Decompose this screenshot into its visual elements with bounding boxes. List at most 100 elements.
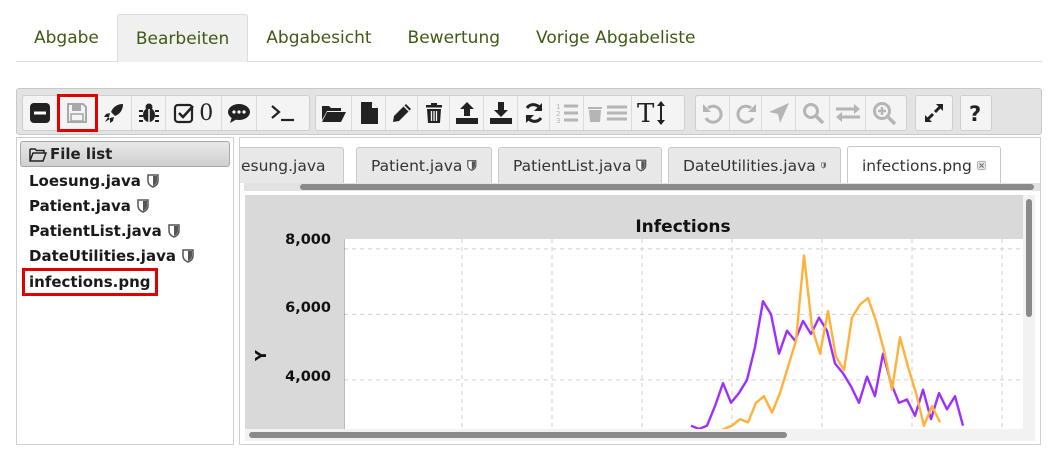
rocket-icon [103, 104, 123, 123]
numbered-list-icon: 123 [556, 103, 578, 125]
save-icon [67, 103, 88, 123]
shield-icon [137, 199, 149, 213]
file-item-patient[interactable]: Patient.java [29, 194, 149, 218]
chart-title: Infections [635, 217, 731, 237]
tabs-scrollbar[interactable] [244, 183, 1040, 191]
file-name: Loesung.java [29, 172, 141, 190]
tab-label: DateUtilities.java [683, 156, 816, 175]
y-axis-label: Y [252, 350, 270, 361]
replace-icon [835, 104, 860, 122]
redo-button[interactable] [730, 96, 762, 130]
zoom-in-icon [873, 102, 896, 125]
terminal-button[interactable] [257, 96, 309, 130]
check-button[interactable]: 0 [166, 96, 222, 130]
rename-button[interactable] [386, 96, 418, 130]
run-button[interactable] [96, 96, 133, 130]
pencil-icon [392, 104, 411, 122]
shield-icon [147, 174, 159, 188]
file-name: DateUtilities.java [29, 247, 176, 265]
open-folder-button[interactable] [316, 96, 352, 130]
download-button[interactable] [484, 96, 518, 130]
editor-toolbar: 0 123 T ? [16, 88, 1042, 135]
tab-bewertung[interactable]: Bewertung [390, 14, 518, 62]
collapse-button[interactable] [23, 96, 59, 130]
editor-tab-patientlist[interactable]: PatientList.java [498, 147, 662, 183]
delete-list-button[interactable] [584, 96, 632, 130]
viewer-horizontal-scrollbar[interactable] [245, 429, 1035, 441]
check-icon [174, 103, 195, 124]
file-item-patientlist[interactable]: PatientList.java [29, 219, 180, 243]
svg-text:?: ? [969, 102, 981, 124]
text-size-icon: T [637, 100, 665, 126]
svg-text:3: 3 [556, 117, 560, 125]
top-tabs: Abgabe Bearbeiten Abgabesicht Bewertung … [16, 14, 1042, 62]
toolbar-group-help: ? [960, 95, 992, 131]
undo-button[interactable] [696, 96, 730, 130]
file-item-loesung[interactable]: Loesung.java [29, 169, 159, 193]
file-list-panel: File list Loesung.java Patient.java Pati… [16, 137, 234, 445]
y-tick-label: 6,000 [285, 300, 331, 316]
replace-button[interactable] [830, 96, 866, 130]
fullscreen-button[interactable] [916, 96, 952, 130]
toolbar-group-edit [695, 95, 907, 131]
tab-bearbeiten[interactable]: Bearbeiten [116, 14, 249, 62]
shield-icon [167, 224, 180, 238]
tab-label: Patient.java [371, 156, 463, 175]
scrollbar-thumb[interactable] [300, 184, 1034, 190]
scrollbar-thumb[interactable] [1026, 199, 1032, 317]
file-name: PatientList.java [29, 222, 162, 240]
delete-list-icon [587, 105, 627, 122]
text-size-button[interactable]: T [632, 96, 672, 130]
editor-tab-dateutilities[interactable]: DateUtilities.java [668, 147, 841, 183]
editor-tabs: esung.java Patient.java PatientList.java… [240, 138, 1040, 188]
tab-abgabe[interactable]: Abgabe [16, 14, 117, 62]
svg-text:T: T [637, 100, 655, 126]
search-icon [802, 103, 824, 124]
fullscreen-icon [924, 103, 944, 123]
comment-count: 0 [199, 100, 214, 126]
toolbar-group-file: 123 T [315, 95, 685, 131]
debug-button[interactable] [132, 96, 166, 130]
tab-label: infections.png [862, 156, 972, 175]
tab-vorige-abgabeliste[interactable]: Vorige Abgabeliste [518, 14, 713, 62]
minus-icon [30, 103, 51, 123]
shield-icon [820, 162, 826, 169]
help-icon: ? [969, 102, 981, 124]
editor-tab-patient[interactable]: Patient.java [356, 147, 492, 183]
shield-icon [636, 159, 647, 172]
search-button[interactable] [796, 96, 830, 130]
navigate-icon [768, 103, 789, 123]
tab-abgabesicht[interactable]: Abgabesicht [248, 14, 389, 62]
trash-icon [425, 103, 442, 123]
shield-icon [467, 160, 477, 171]
file-name: infections.png [29, 273, 151, 291]
editor-tab-loesung[interactable]: esung.java [240, 147, 344, 183]
refresh-icon [525, 103, 542, 123]
refresh-button[interactable] [518, 96, 550, 130]
infections-line-chart [344, 239, 1024, 429]
terminal-icon [271, 105, 295, 122]
delete-button[interactable] [418, 96, 450, 130]
zoom-in-button[interactable] [866, 96, 902, 130]
upload-button[interactable] [450, 96, 484, 130]
file-item-dateutilities[interactable]: DateUtilities.java [29, 244, 194, 268]
tab-label: PatientList.java [513, 156, 632, 175]
goto-button[interactable] [762, 96, 796, 130]
new-file-button[interactable] [352, 96, 386, 130]
toolbar-group-fullscreen [915, 95, 953, 131]
folder-open-icon [321, 106, 346, 122]
viewer-vertical-scrollbar[interactable] [1023, 195, 1035, 441]
scrollbar-thumb[interactable] [249, 432, 787, 438]
help-button[interactable]: ? [961, 96, 991, 130]
file-item-infections[interactable]: infections.png [22, 268, 158, 296]
line-numbers-button[interactable]: 123 [550, 96, 584, 130]
editor-tab-infections[interactable]: infections.png [847, 146, 1001, 184]
comment-button[interactable] [222, 96, 258, 130]
y-tick-label: 4,000 [285, 369, 331, 385]
close-icon[interactable] [976, 159, 986, 172]
save-button[interactable] [56, 94, 99, 132]
new-file-icon [360, 102, 378, 124]
file-list-title: File list [50, 145, 113, 163]
tab-label: esung.java [241, 156, 326, 175]
redo-icon [735, 104, 756, 124]
